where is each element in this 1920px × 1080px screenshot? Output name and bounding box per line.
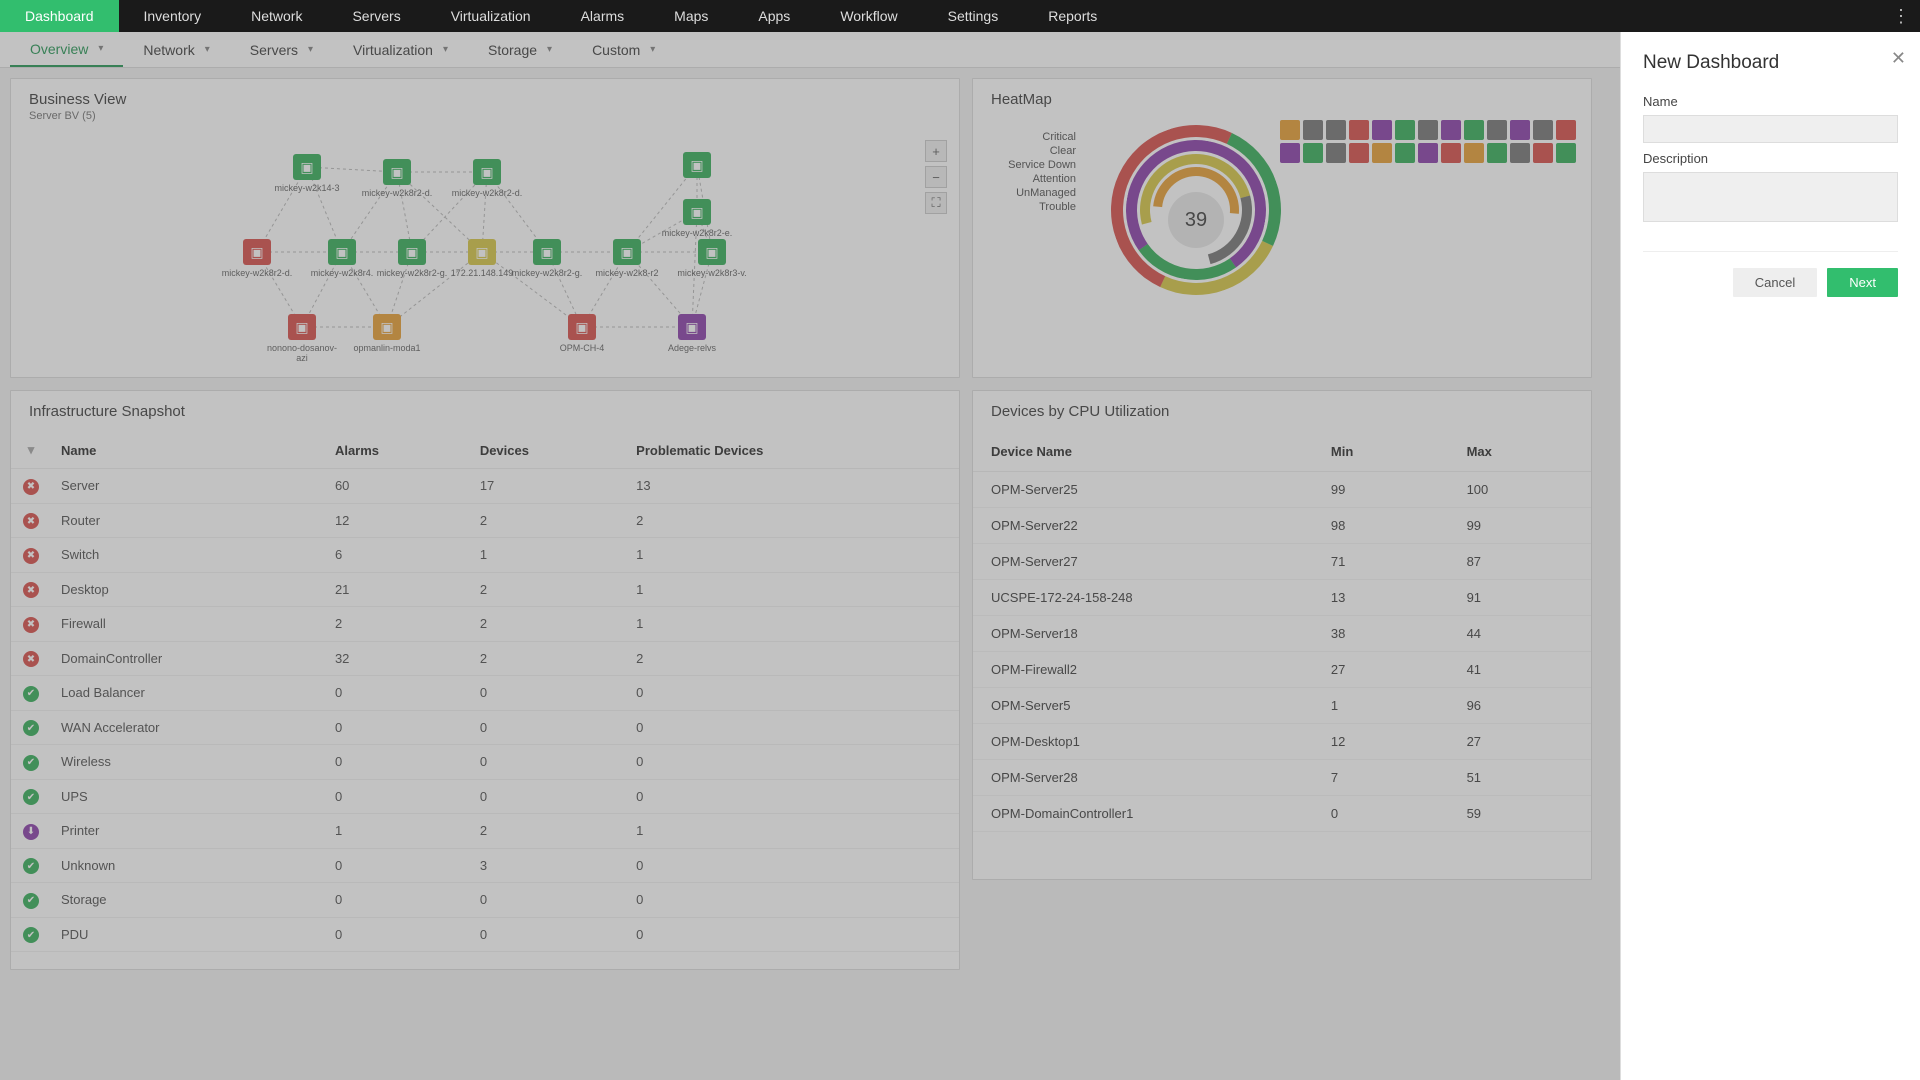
cancel-button[interactable]: Cancel xyxy=(1733,268,1817,297)
top-nav: DashboardInventoryNetworkServersVirtuali… xyxy=(0,0,1920,32)
nav-dashboard[interactable]: Dashboard xyxy=(0,0,119,32)
new-dashboard-panel: ✕ New Dashboard Name Description Cancel … xyxy=(1620,32,1920,1080)
nav-inventory[interactable]: Inventory xyxy=(119,0,227,32)
nav-virtualization[interactable]: Virtualization xyxy=(426,0,556,32)
nav-reports[interactable]: Reports xyxy=(1023,0,1122,32)
nav-workflow[interactable]: Workflow xyxy=(815,0,922,32)
nav-servers[interactable]: Servers xyxy=(327,0,425,32)
modal-overlay[interactable] xyxy=(0,32,1620,1080)
close-icon[interactable]: ✕ xyxy=(1891,48,1906,69)
nav-alarms[interactable]: Alarms xyxy=(556,0,650,32)
panel-title: New Dashboard xyxy=(1643,52,1898,74)
nav-apps[interactable]: Apps xyxy=(733,0,815,32)
nav-maps[interactable]: Maps xyxy=(649,0,733,32)
description-label: Description xyxy=(1643,151,1898,166)
next-button[interactable]: Next xyxy=(1827,268,1898,297)
name-label: Name xyxy=(1643,94,1898,109)
nav-network[interactable]: Network xyxy=(226,0,327,32)
more-menu-icon[interactable]: ⋮ xyxy=(1882,0,1920,32)
nav-settings[interactable]: Settings xyxy=(923,0,1024,32)
description-input[interactable] xyxy=(1643,172,1898,222)
name-input[interactable] xyxy=(1643,115,1898,143)
